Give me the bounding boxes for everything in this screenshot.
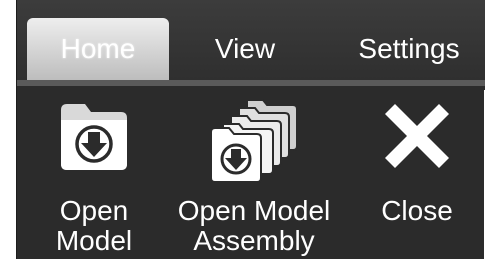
window-edge — [484, 90, 499, 259]
close-label: Close — [381, 195, 453, 226]
open-model-assembly-label-line2: Assembly — [193, 225, 315, 256]
tab-home[interactable]: Home — [27, 18, 169, 80]
tab-view-label: View — [214, 33, 276, 64]
ribbon-tab-bar: Home View Settings — [17, 0, 485, 80]
folder-download-icon — [57, 100, 131, 177]
open-model-label-line1: Open — [59, 195, 129, 226]
tab-settings[interactable]: Settings — [339, 18, 479, 80]
tab-view[interactable]: View — [195, 18, 295, 80]
open-model-button[interactable]: Open Model — [45, 86, 143, 259]
tab-settings-label: Settings — [358, 33, 460, 64]
ribbon-window: Home View Settings Open Model Open Model… — [16, 0, 485, 259]
close-button[interactable]: Close — [367, 86, 467, 259]
open-model-assembly-label: Open Model Assembly — [159, 196, 349, 256]
ribbon-panel: Open Model Open Model Assembly Close — [17, 86, 485, 259]
stacked-folders-download-icon — [207, 94, 303, 189]
open-model-label: Open Model — [45, 196, 143, 256]
open-model-assembly-button[interactable]: Open Model Assembly — [159, 86, 349, 259]
tab-home-label: Home — [60, 33, 136, 64]
open-model-label-line2: Model — [55, 225, 133, 256]
open-model-assembly-label-line1: Open Model — [177, 195, 331, 226]
close-x-icon — [377, 96, 457, 181]
